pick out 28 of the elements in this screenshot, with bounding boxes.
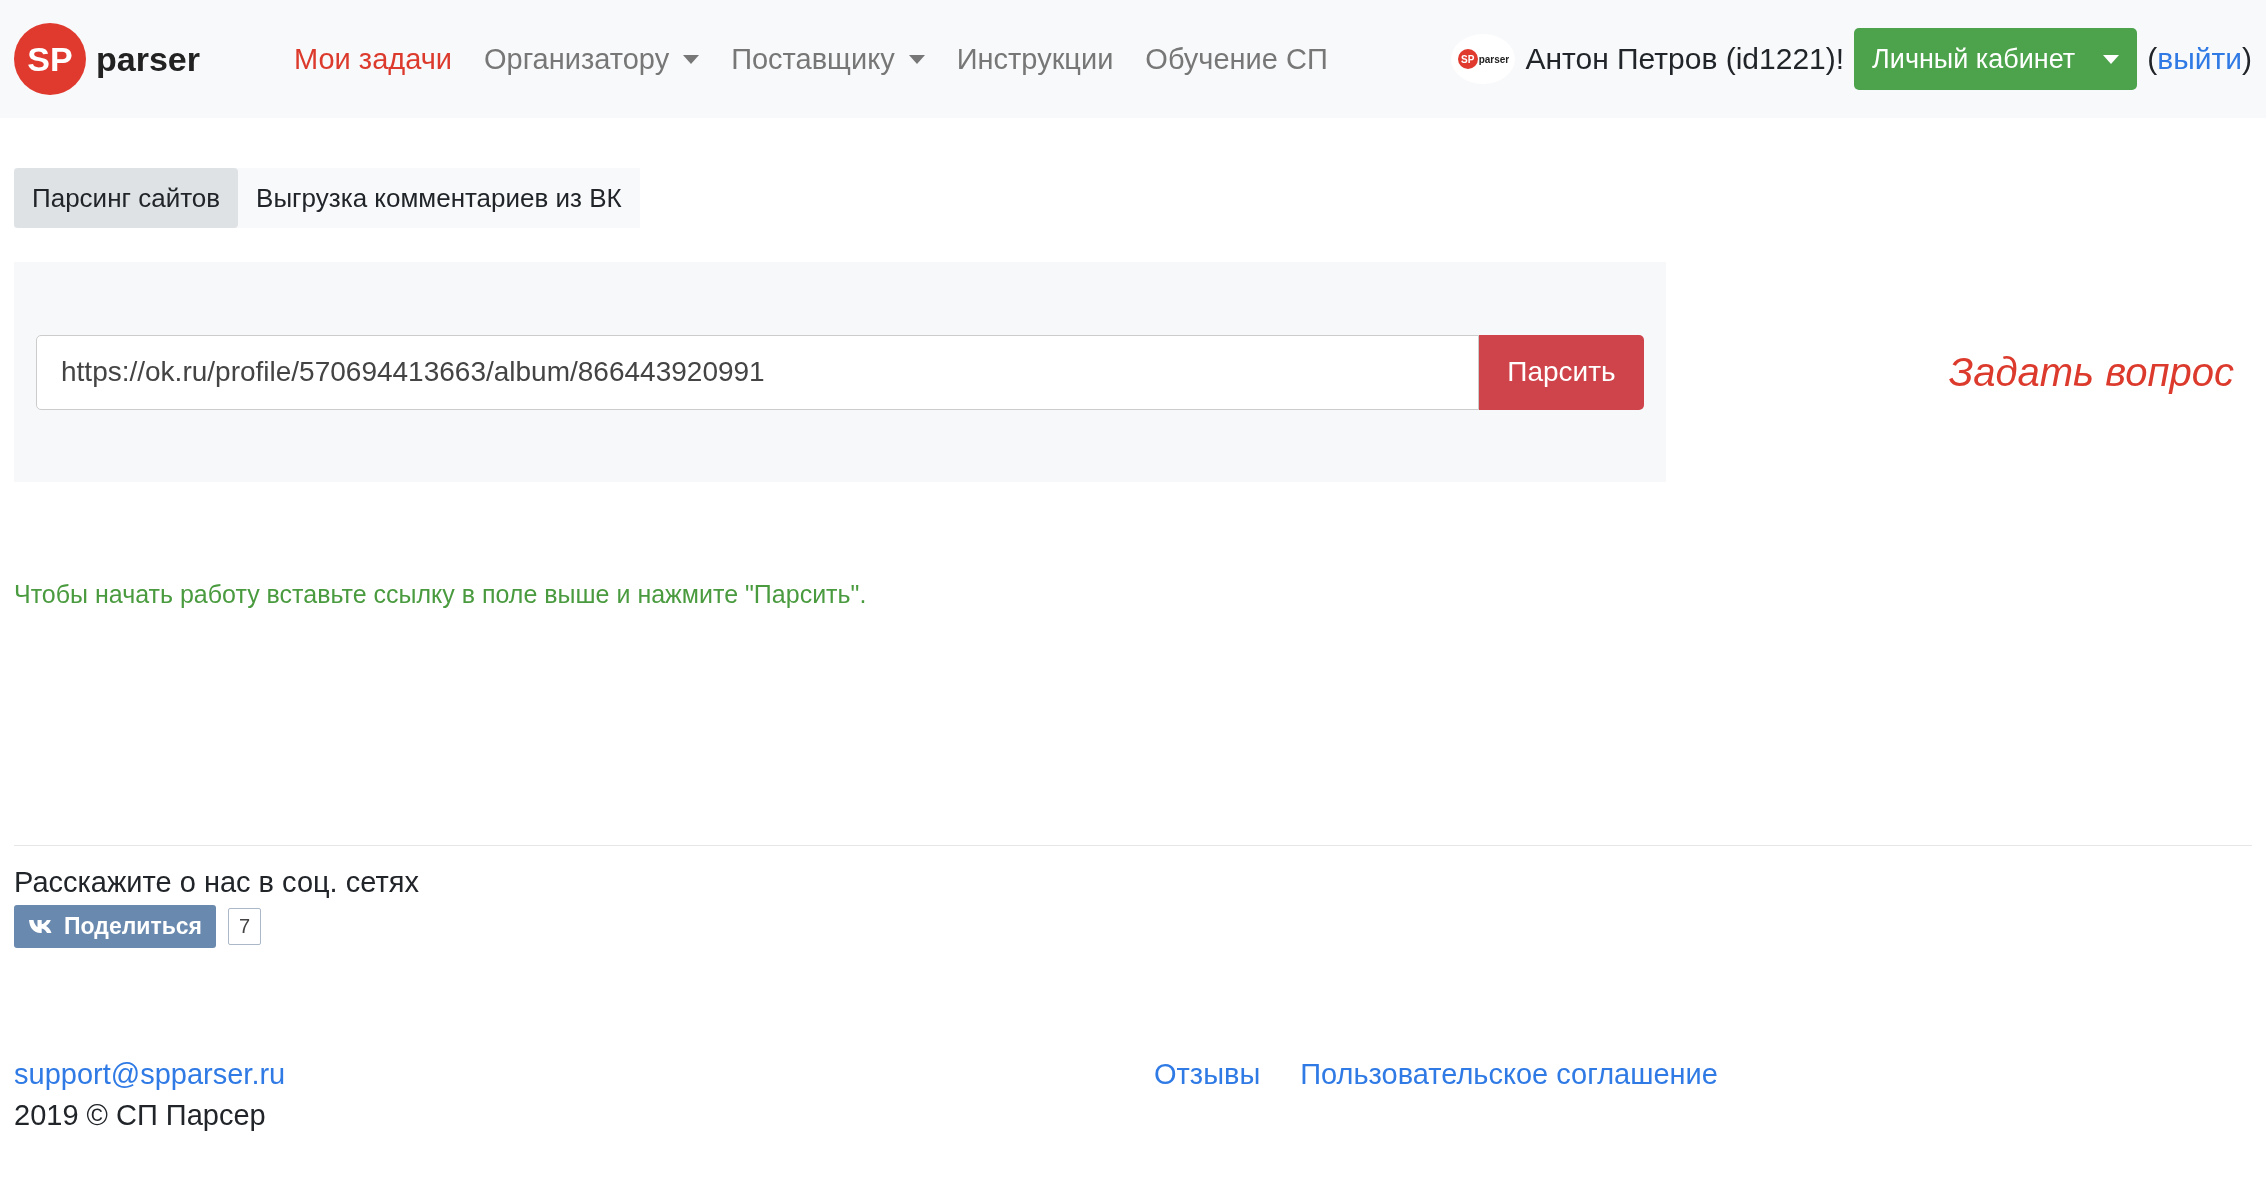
caret-icon <box>683 54 700 64</box>
avatar-logo: SP parser <box>1451 34 1516 84</box>
email-link[interactable]: support@spparser.ru <box>14 1058 286 1090</box>
user-greeting: Антон Петров (id1221)! <box>1525 42 1845 76</box>
ask-question-link[interactable]: Задать вопрос <box>1948 349 2234 395</box>
share-count: 7 <box>228 908 262 945</box>
tab[interactable]: Парсинг сайтов <box>14 168 239 228</box>
nav-link[interactable]: Обучение СП <box>1145 42 1328 76</box>
logout-link[interactable]: выйти <box>2157 42 2242 75</box>
share-button[interactable]: Поделиться <box>14 905 217 948</box>
nav-link[interactable]: Поставщику <box>731 42 925 76</box>
nav-link[interactable]: Мои задачи <box>293 42 452 76</box>
parenthesis: ) <box>2242 42 2252 75</box>
share-heading: Расскажите о нас в соц. сетях <box>14 866 420 899</box>
parse-button[interactable]: Парсить <box>1479 334 1644 410</box>
nav-link[interactable]: Организатору <box>484 42 700 76</box>
tab[interactable]: Выгрузка комментариев из ВК <box>238 168 640 228</box>
footer-link[interactable]: Пользовательское соглашение <box>1300 1058 1718 1132</box>
caret-icon <box>908 54 925 64</box>
nav-link[interactable]: Инструкции <box>956 42 1114 76</box>
vk-logo-icon <box>28 918 54 935</box>
footer-link[interactable]: Отзывы <box>1154 1058 1261 1132</box>
cabinet-button[interactable]: Личный кабинет <box>1854 28 2138 90</box>
url-input-field[interactable]: https://ok.ru/profile/570694413663/album/866443920991 <box>36 334 1479 410</box>
parenthesis: ( <box>2147 42 2158 75</box>
hint-text: Чтобы начать работу вставьте ссылку в поле выше и нажмите "Парсить". <box>14 580 868 609</box>
logo[interactable]: SP parser <box>14 23 200 95</box>
copyright-text: 2019 © СП Парсер <box>14 1099 267 1132</box>
